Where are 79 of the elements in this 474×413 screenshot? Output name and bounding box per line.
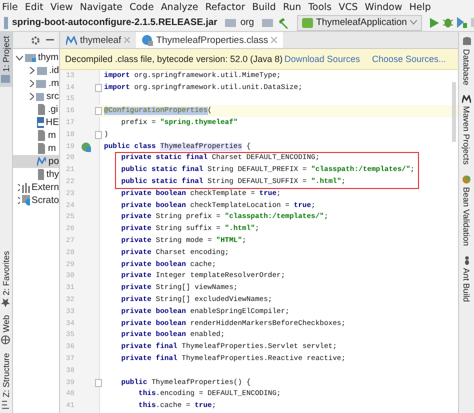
menu-item[interactable]: Edit xyxy=(24,2,44,12)
tree-item[interactable]: Extern xyxy=(13,181,59,194)
database-icon xyxy=(462,37,470,46)
menu-item[interactable]: Analyze xyxy=(160,2,198,12)
menu-item[interactable]: View xyxy=(50,2,73,12)
folder-icon xyxy=(2,74,10,83)
folder-icon xyxy=(36,92,44,101)
notification-text: Decompiled .class file, bytecode version: 52.0 (Java 8) xyxy=(65,54,283,64)
editor-tab[interactable]: ThymeleafProperties.class xyxy=(136,32,284,48)
star-icon xyxy=(2,298,10,308)
menu-item[interactable]: Code xyxy=(129,2,154,12)
tree-item[interactable]: HE xyxy=(13,116,59,129)
file-icon xyxy=(37,130,46,141)
folder-icon xyxy=(25,53,36,62)
folder-icon[interactable] xyxy=(262,18,274,27)
tree-item[interactable]: thy xyxy=(13,168,59,181)
scratch-icon xyxy=(22,195,30,206)
hammer-icon[interactable] xyxy=(277,16,290,28)
tree-item[interactable]: .gi xyxy=(13,103,59,116)
scrollbar-thumb[interactable] xyxy=(452,82,456,142)
tree-item[interactable]: .m xyxy=(13,77,59,90)
file-icon xyxy=(37,143,46,154)
menu-item[interactable]: Help xyxy=(409,2,431,12)
tree-item[interactable]: m xyxy=(13,142,59,155)
tool-window-tab[interactable]: Web xyxy=(0,311,12,349)
fold-icon[interactable] xyxy=(95,84,102,92)
menu-item[interactable]: Navigate xyxy=(80,2,122,12)
breadcrumb-item[interactable]: spring-boot-autoconfigure-2.1.5.RELEASE.jar xyxy=(12,17,218,28)
fold-icon[interactable] xyxy=(95,130,102,139)
maven-icon xyxy=(66,36,77,44)
notification-link[interactable]: Download Sources xyxy=(284,54,360,64)
tool-window-tab[interactable]: Ant Build xyxy=(459,250,474,307)
ant-icon xyxy=(462,256,470,265)
close-icon[interactable] xyxy=(271,37,278,43)
tree-item[interactable]: src xyxy=(13,90,59,103)
tree-item[interactable]: Scrato xyxy=(13,194,59,207)
tree-item[interactable]: .id xyxy=(13,64,59,77)
folder-icon xyxy=(36,79,46,88)
folder-icon xyxy=(225,18,236,27)
globe-icon xyxy=(2,336,10,345)
bug-icon[interactable] xyxy=(442,17,453,28)
fold-icon[interactable] xyxy=(95,378,102,387)
close-icon[interactable] xyxy=(124,37,130,43)
tool-window-tab[interactable]: 2: Favorites xyxy=(0,246,12,312)
menu-item[interactable]: Run xyxy=(282,2,302,12)
file-icon xyxy=(37,104,46,115)
tree-item[interactable]: m xyxy=(13,129,59,142)
play-icon[interactable] xyxy=(430,18,439,28)
folder-icon xyxy=(36,66,47,75)
maven-icon xyxy=(462,95,471,104)
breadcrumb-item[interactable]: org xyxy=(240,17,254,28)
menu-item[interactable]: Tools xyxy=(308,2,332,12)
maven-icon xyxy=(37,157,46,166)
tree-item[interactable]: po xyxy=(13,155,59,168)
tool-window-tab[interactable]: Database xyxy=(459,32,474,90)
structure-icon xyxy=(2,400,10,409)
bean-icon xyxy=(462,174,471,184)
tool-window-tab[interactable]: Z: Structure xyxy=(0,348,12,413)
menu-item[interactable]: Build xyxy=(252,2,276,12)
library-icon xyxy=(22,182,30,192)
notification-link[interactable]: Choose Sources... xyxy=(372,54,446,64)
tree-item[interactable]: thym xyxy=(13,51,59,64)
minimize-icon[interactable] xyxy=(46,39,54,41)
menu-item[interactable]: Window xyxy=(364,2,402,12)
menu-item[interactable]: Refactor xyxy=(205,2,246,12)
coverage-icon[interactable] xyxy=(456,17,467,28)
tool-window-tab[interactable]: 1: Project xyxy=(0,32,12,87)
menu-item[interactable]: File xyxy=(2,2,18,12)
tool-window-tab[interactable]: Bean Validation xyxy=(459,170,474,251)
caret-icon xyxy=(410,20,417,25)
tool-window-tab[interactable]: Maven Projects xyxy=(459,90,474,170)
file-icon xyxy=(37,169,44,180)
html-file-icon xyxy=(37,117,44,128)
editor-tab[interactable]: thymeleaf xyxy=(60,32,136,48)
run-configuration-dropdown[interactable]: ThymeleafApplication xyxy=(297,14,422,30)
menu-item[interactable]: VCS xyxy=(338,2,358,12)
fold-icon[interactable] xyxy=(95,107,102,116)
settings-icon[interactable] xyxy=(31,36,40,44)
class-file-icon xyxy=(142,34,154,46)
